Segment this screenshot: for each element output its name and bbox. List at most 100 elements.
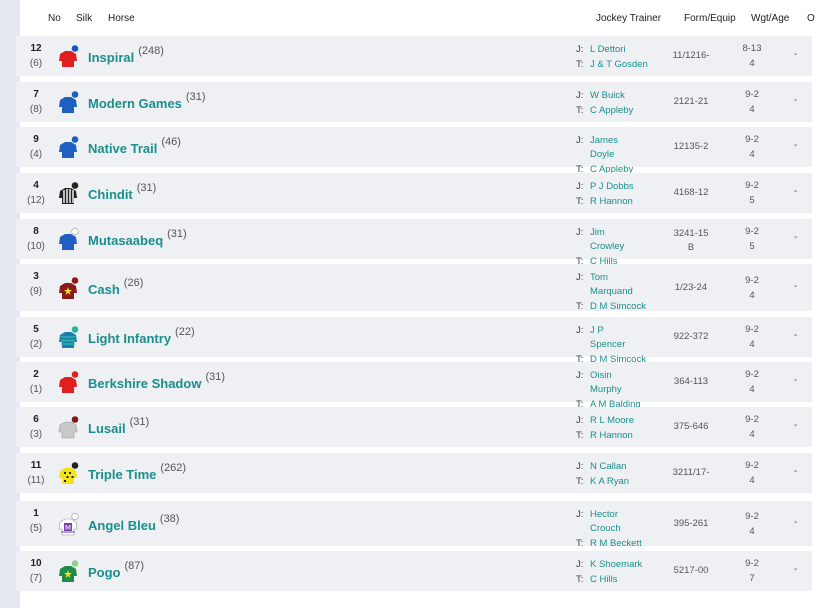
runner-draw: (8) <box>29 104 43 115</box>
jockey-prefix: J: <box>576 90 584 101</box>
weight-age: 9-2 4 <box>734 367 770 397</box>
horse-name-link[interactable]: Mutasaabeq (31) <box>88 228 187 248</box>
age-value: 4 <box>749 475 755 486</box>
runner-draw: (4) <box>29 149 43 160</box>
horse-name-link[interactable]: Light Infantry (22) <box>88 326 195 346</box>
odds-placeholder: - <box>794 564 798 575</box>
horse-name[interactable]: Lusail <box>88 421 126 436</box>
horse-name[interactable]: Triple Time <box>88 467 156 482</box>
jockey-silk-icon <box>56 370 80 394</box>
runner-number: 9 <box>33 134 39 145</box>
table-row[interactable]: 1 (5) M Angel Bleu (38) J: Hector Crouch T: R M … <box>16 501 812 549</box>
jockey-prefix: J: <box>576 509 584 520</box>
jockey-prefix: J: <box>576 44 584 55</box>
form-figures: 375-646 <box>656 420 726 434</box>
trainer-link[interactable]: R M Beckett <box>590 537 670 551</box>
runner-draw: (6) <box>29 58 43 69</box>
header-horse: Horse <box>108 13 135 24</box>
horse-name-link[interactable]: Cash (26) <box>88 277 143 297</box>
days-since-run: (31) <box>129 416 150 428</box>
odds-placeholder: - <box>794 466 798 477</box>
horse-name-link[interactable]: Inspiral (248) <box>88 45 164 65</box>
runner-draw: (9) <box>29 286 43 297</box>
form-figures: 395-261 <box>656 517 726 531</box>
trainer-link[interactable]: D M Simcock <box>590 300 670 314</box>
horse-name-link[interactable]: Pogo (87) <box>88 560 144 580</box>
header-form-equip: Form/Equip <box>684 13 736 24</box>
weight-value: 9-2 <box>745 510 759 522</box>
runner-number: 8 <box>33 226 39 237</box>
weight-age: 9-2 4 <box>734 322 770 352</box>
table-row[interactable]: 7 (8) Modern Games (31) J: W Buick T: C Appleby… <box>16 82 812 122</box>
form-value: 12135-2 <box>673 141 709 152</box>
weight-age: 9-2 5 <box>734 224 770 254</box>
table-row[interactable]: 11 (11) Triple Time (262) J: N Callan T: K A Ry… <box>16 453 812 493</box>
horse-name-link[interactable]: Berkshire Shadow (31) <box>88 371 225 391</box>
jockey-link[interactable]: J P Spencer <box>590 324 626 352</box>
runner-number: 4 <box>33 180 39 191</box>
svg-text:M: M <box>65 524 71 532</box>
horse-name[interactable]: Mutasaabeq <box>88 233 163 248</box>
age-value: 7 <box>749 573 755 584</box>
horse-name[interactable]: Modern Games <box>88 96 182 111</box>
odds-placeholder: - <box>794 232 798 243</box>
table-row[interactable]: 4 (12) Chindit (31) J: P J Dobbs T: R Hannon 416… <box>16 173 812 213</box>
horse-name[interactable]: Inspiral <box>88 50 134 65</box>
jockey-link[interactable]: Hector Crouch <box>590 508 626 536</box>
jockey-silk-icon <box>56 135 80 159</box>
jockey-silk-icon <box>56 90 80 114</box>
horse-name[interactable]: Chindit <box>88 187 133 202</box>
horse-name-link[interactable]: Angel Bleu (38) <box>88 513 179 533</box>
trainer-prefix: T: <box>576 196 584 207</box>
jockey-link[interactable]: Tom Marquand <box>590 271 633 299</box>
horse-name[interactable]: Berkshire Shadow <box>88 376 201 391</box>
table-row[interactable]: 8 (10) Mutasaabeq (31) J: Jim Crowley T: C Hill… <box>16 219 812 267</box>
days-since-run: (46) <box>161 136 181 148</box>
horse-name[interactable]: Cash <box>88 282 120 297</box>
table-row[interactable]: 6 (3) Lusail (31) J: R L Moore T: R Hannon 375-6… <box>16 407 812 447</box>
horse-name-link[interactable]: Lusail (31) <box>88 416 149 436</box>
horse-name[interactable]: Pogo <box>88 565 121 580</box>
form-figures: 11/1216- <box>656 49 726 63</box>
days-since-run: (31) <box>205 371 225 383</box>
table-row[interactable]: 10 (7) Pogo (87) J: K Shoemark T: C Hills 5217-0… <box>16 551 812 591</box>
form-value: 395-261 <box>673 517 709 529</box>
horse-name-link[interactable]: Modern Games (31) <box>88 91 205 111</box>
trainer-prefix: T: <box>576 574 584 585</box>
weight-age: 9-2 7 <box>734 556 770 586</box>
jockey-link[interactable]: James Doyle <box>590 134 626 162</box>
age-value: 4 <box>749 104 755 115</box>
horse-name-link[interactable]: Native Trail (46) <box>88 136 181 156</box>
horse-name-link[interactable]: Chindit (31) <box>88 182 156 202</box>
horse-name-link[interactable]: Triple Time (262) <box>88 462 186 482</box>
age-value: 4 <box>749 339 755 350</box>
horse-name[interactable]: Light Infantry <box>88 331 171 346</box>
weight-age: 9-2 4 <box>734 509 770 539</box>
table-row[interactable]: 12 (6) Inspiral (248) J: L Dettori T: J & T Gos… <box>16 36 812 76</box>
trainer-prefix: T: <box>576 476 584 487</box>
table-row[interactable]: 3 (9) Cash (26) J: Tom Marquand T: D M Simcock 1… <box>16 264 812 314</box>
days-since-run: (31) <box>136 182 157 194</box>
jockey-prefix: J: <box>576 227 584 238</box>
age-value: 4 <box>749 384 755 395</box>
table-row[interactable]: 2 (1) Berkshire Shadow (31) J: Oisin Murphy T:… <box>16 362 812 410</box>
days-since-run: (26) <box>123 276 144 289</box>
weight-age: 9-2 4 <box>734 412 770 442</box>
form-figures: 922-372 <box>656 330 726 344</box>
weight-value: 9-2 <box>745 226 759 237</box>
horse-name[interactable]: Native Trail <box>88 141 157 156</box>
runner-number: 2 <box>33 369 39 380</box>
weight-value: 9-2 <box>745 180 759 191</box>
jockey-link[interactable]: Jim Crowley <box>590 226 626 254</box>
odds-placeholder: - <box>794 516 798 528</box>
odds-placeholder: - <box>794 420 798 431</box>
runner-draw: (5) <box>29 523 43 534</box>
horse-name[interactable]: Angel Bleu <box>88 518 156 533</box>
table-row[interactable]: 9 (4) Native Trail (46) J: James Doyle T: C App… <box>16 127 812 175</box>
days-since-run: (31) <box>167 228 187 240</box>
jockey-link[interactable]: Oisin Murphy <box>590 369 626 397</box>
table-row[interactable]: 5 (2) Light Infantry (22) J: J P Spencer T: D M… <box>16 317 812 365</box>
form-figures: 3211/17- <box>656 466 726 480</box>
trainer-prefix: T: <box>576 105 584 116</box>
form-value: 11/1216- <box>672 50 710 61</box>
